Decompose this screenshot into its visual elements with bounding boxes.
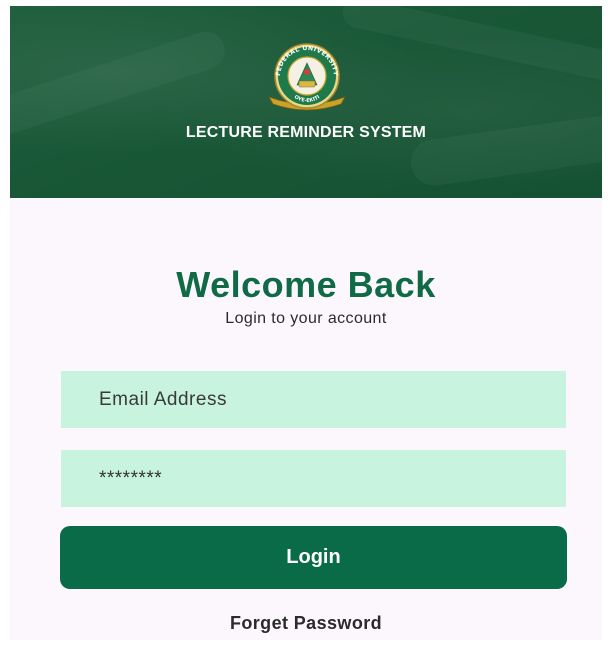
email-input[interactable] (61, 371, 566, 428)
login-subtitle: Login to your account (225, 310, 387, 327)
forget-password-link[interactable]: Forget Password (10, 613, 602, 634)
university-crest-icon: FEDERAL UNIVERSITY OYE-EKITI (268, 43, 346, 111)
login-screen: FEDERAL UNIVERSITY OYE-EKITI LECTURE REM… (10, 6, 602, 640)
login-button[interactable]: Login (60, 526, 567, 589)
header-banner: FEDERAL UNIVERSITY OYE-EKITI LECTURE REM… (10, 6, 602, 198)
welcome-heading: Welcome Back (176, 264, 436, 305)
password-input[interactable] (61, 450, 566, 507)
app-title: LECTURE REMINDER SYSTEM (185, 124, 427, 141)
